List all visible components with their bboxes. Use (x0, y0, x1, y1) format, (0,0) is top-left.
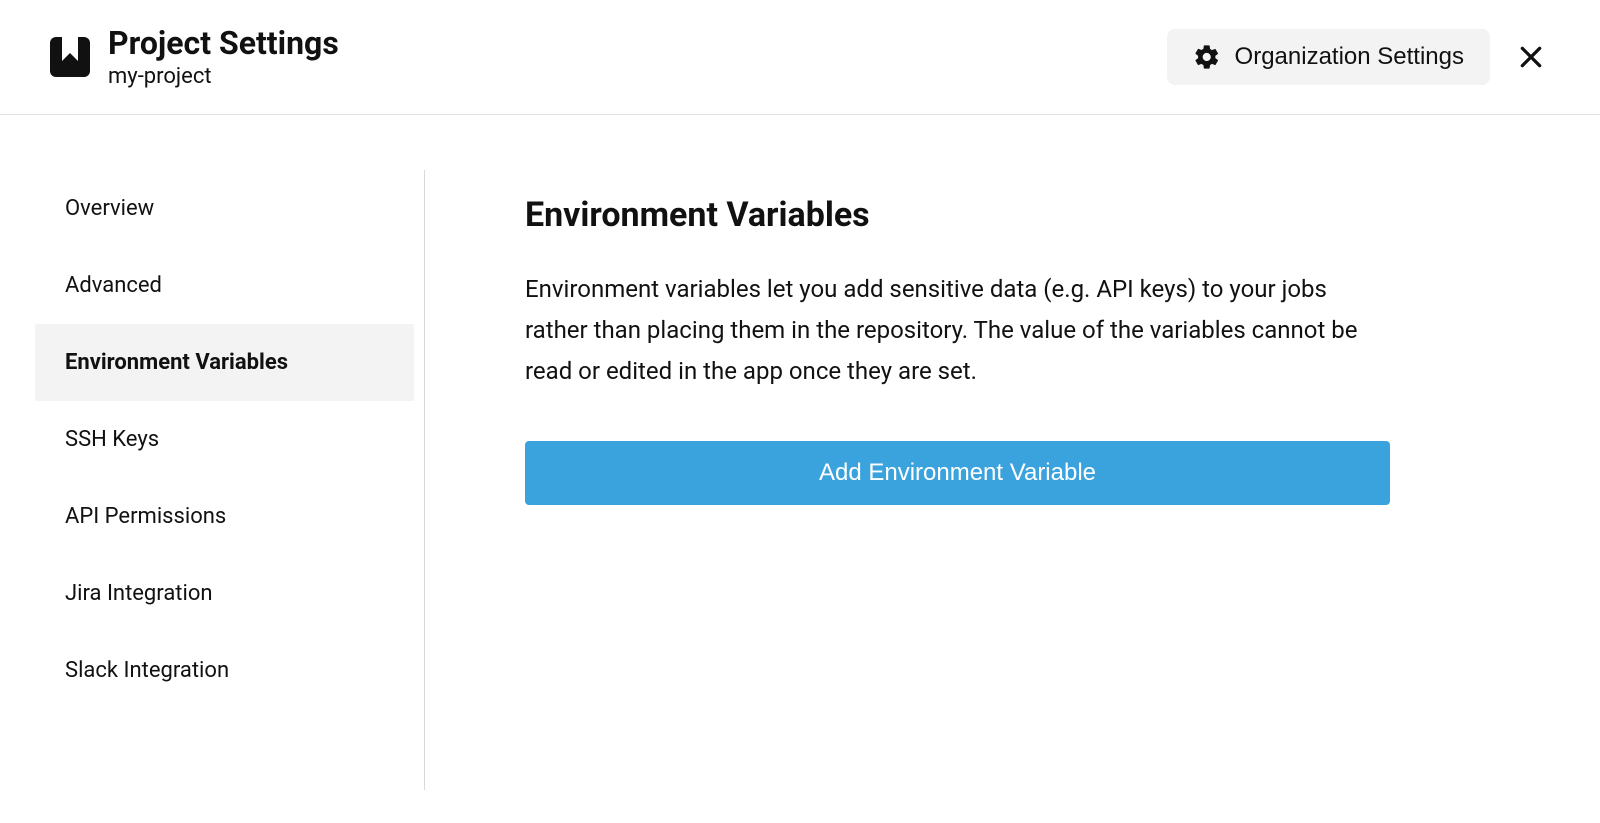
section-description: Environment variables let you add sensit… (525, 269, 1390, 391)
close-button[interactable] (1512, 38, 1550, 76)
sidebar-item-ssh-keys[interactable]: SSH Keys (35, 401, 414, 478)
main-content: Environment Variables Environment variab… (425, 170, 1475, 790)
body: Overview Advanced Environment Variables … (0, 115, 1600, 790)
header-right: Organization Settings (1167, 29, 1550, 85)
sidebar-item-label: Environment Variables (65, 350, 288, 375)
organization-settings-label: Organization Settings (1235, 43, 1464, 71)
header-left: Project Settings my-project (50, 25, 339, 89)
sidebar-item-overview[interactable]: Overview (35, 170, 414, 247)
gear-icon (1193, 43, 1221, 71)
sidebar-item-label: Overview (65, 196, 154, 221)
sidebar-item-label: Advanced (65, 273, 162, 298)
project-name: my-project (108, 64, 339, 89)
sidebar-item-label: Jira Integration (65, 581, 213, 606)
header-titles: Project Settings my-project (108, 25, 339, 89)
sidebar: Overview Advanced Environment Variables … (0, 170, 425, 790)
add-environment-variable-label: Add Environment Variable (819, 459, 1096, 486)
sidebar-item-jira-integration[interactable]: Jira Integration (35, 555, 414, 632)
sidebar-item-environment-variables[interactable]: Environment Variables (35, 324, 414, 401)
sidebar-item-label: SSH Keys (65, 427, 159, 452)
sidebar-item-api-permissions[interactable]: API Permissions (35, 478, 414, 555)
sidebar-item-label: API Permissions (65, 504, 226, 529)
header: Project Settings my-project Organization… (0, 0, 1600, 115)
section-heading: Environment Variables (525, 195, 1390, 235)
add-environment-variable-button[interactable]: Add Environment Variable (525, 441, 1390, 505)
sidebar-item-label: Slack Integration (65, 658, 229, 683)
organization-settings-button[interactable]: Organization Settings (1167, 29, 1490, 85)
page-title: Project Settings (108, 25, 339, 62)
project-icon (50, 37, 90, 77)
sidebar-item-slack-integration[interactable]: Slack Integration (35, 632, 414, 709)
close-icon (1518, 44, 1544, 70)
sidebar-item-advanced[interactable]: Advanced (35, 247, 414, 324)
bookmark-icon (59, 37, 81, 65)
